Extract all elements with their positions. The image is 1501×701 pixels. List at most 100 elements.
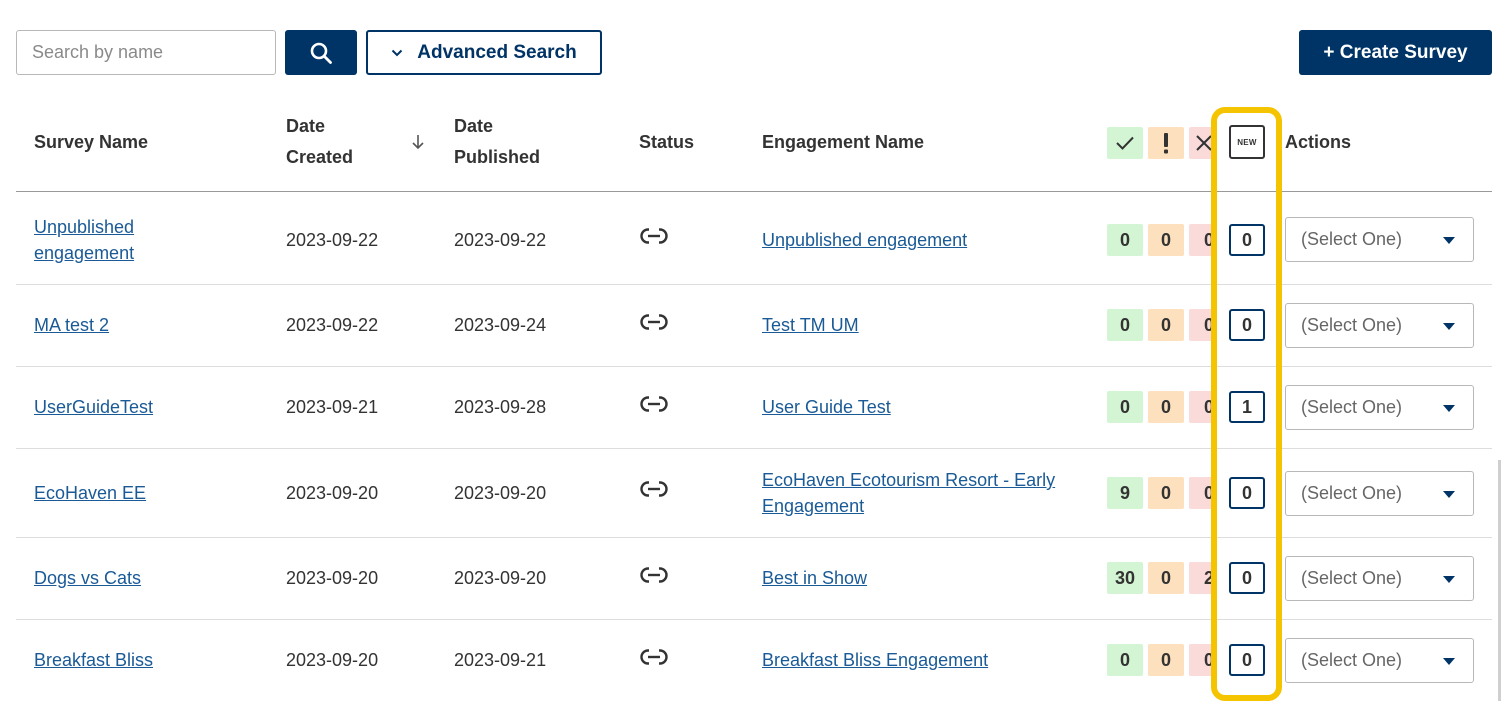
needs-review-count: 0 [1148, 477, 1184, 509]
caret-down-icon [1443, 405, 1455, 412]
actions-select[interactable]: (Select One) [1285, 303, 1474, 348]
create-survey-button[interactable]: + Create Survey [1299, 30, 1492, 75]
caret-down-icon [1443, 491, 1455, 498]
caret-down-icon [1443, 237, 1455, 244]
table-row: Unpublished engagement 2023-09-22 2023-0… [16, 192, 1492, 285]
engagement-name-link[interactable]: Best in Show [762, 565, 867, 591]
actions-select-value: (Select One) [1301, 397, 1403, 417]
approved-count: 9 [1107, 477, 1143, 509]
rejected-count: 2 [1189, 562, 1216, 594]
approved-count: 0 [1107, 391, 1143, 423]
date-published: 2023-09-20 [454, 483, 547, 503]
table-row: Breakfast Bliss 2023-09-20 2023-09-21 Br… [16, 620, 1492, 701]
actions-select-value: (Select One) [1301, 568, 1403, 588]
approved-count: 30 [1107, 562, 1143, 594]
approved-count: 0 [1107, 309, 1143, 341]
header-date-published-line2: Published [454, 147, 541, 167]
header-status[interactable]: Status [639, 127, 694, 158]
date-created: 2023-09-22 [286, 230, 379, 250]
engagement-name-link[interactable]: Breakfast Bliss Engagement [762, 647, 988, 673]
needs-review-count: 0 [1148, 562, 1184, 594]
actions-select[interactable]: (Select One) [1285, 217, 1474, 262]
date-published: 2023-09-20 [454, 568, 547, 588]
date-created: 2023-09-20 [286, 568, 379, 588]
caret-down-icon [1443, 576, 1455, 583]
table-row: Dogs vs Cats 2023-09-20 2023-09-20 Best … [16, 538, 1492, 620]
engagement-name-link[interactable]: EcoHaven Ecotourism Resort - Early Engag… [762, 467, 1082, 519]
needs-review-count: 0 [1148, 224, 1184, 256]
link-icon[interactable] [640, 481, 668, 497]
new-count: 1 [1229, 391, 1265, 423]
actions-select[interactable]: (Select One) [1285, 471, 1474, 516]
survey-name-link[interactable]: MA test 2 [34, 312, 109, 338]
date-published: 2023-09-28 [454, 397, 547, 417]
rejected-count: 0 [1189, 309, 1216, 341]
needs-review-count: 0 [1148, 391, 1184, 423]
header-date-published[interactable]: Date Published [454, 111, 540, 173]
engagement-name-link[interactable]: Unpublished engagement [762, 227, 967, 253]
approved-header-chip [1107, 127, 1143, 159]
survey-name-link[interactable]: Breakfast Bliss [34, 647, 153, 673]
new-count: 0 [1229, 477, 1265, 509]
needs-review-header-chip [1148, 127, 1184, 159]
actions-select[interactable]: (Select One) [1285, 638, 1474, 683]
table-row: EcoHaven EE 2023-09-20 2023-09-20 EcoHav… [16, 449, 1492, 538]
table-row: MA test 2 2023-09-22 2023-09-24 Test TM … [16, 285, 1492, 367]
date-created: 2023-09-22 [286, 315, 379, 335]
needs-review-count: 0 [1148, 644, 1184, 676]
new-count: 0 [1229, 309, 1265, 341]
date-published: 2023-09-24 [454, 315, 547, 335]
survey-name-link[interactable]: UserGuideTest [34, 394, 153, 420]
header-actions: Actions [1285, 132, 1352, 152]
header-date-published-line1: Date [454, 116, 494, 136]
actions-select-value: (Select One) [1301, 650, 1403, 670]
new-count: 0 [1229, 562, 1265, 594]
link-icon[interactable] [640, 649, 668, 665]
date-published: 2023-09-22 [454, 230, 547, 250]
engagement-name-link[interactable]: Test TM UM [762, 312, 859, 338]
header-engagement-name[interactable]: Engagement Name [762, 127, 924, 158]
arrow-down-icon[interactable] [411, 134, 425, 150]
toolbar: Advanced Search + Create Survey [16, 30, 1492, 75]
link-icon[interactable] [640, 567, 668, 583]
actions-select[interactable]: (Select One) [1285, 556, 1474, 601]
caret-down-icon [1443, 658, 1455, 665]
date-created: 2023-09-21 [286, 397, 379, 417]
rejected-header-chip [1189, 127, 1216, 159]
link-icon[interactable] [640, 228, 668, 244]
caret-down-icon [1443, 323, 1455, 330]
link-icon[interactable] [640, 314, 668, 330]
exclamation-icon [1164, 133, 1168, 154]
rejected-count: 0 [1189, 224, 1216, 256]
date-created: 2023-09-20 [286, 650, 379, 670]
needs-review-count: 0 [1148, 309, 1184, 341]
search-icon [310, 42, 332, 64]
survey-name-link[interactable]: EcoHaven EE [34, 480, 146, 506]
close-icon [1196, 135, 1212, 151]
advanced-search-label: Advanced Search [417, 41, 577, 63]
header-date-created[interactable]: Date Created [286, 111, 353, 173]
approved-count: 0 [1107, 224, 1143, 256]
table-header: Survey Name Date Created Date Published … [16, 110, 1492, 192]
search-input[interactable] [16, 30, 276, 75]
actions-select-value: (Select One) [1301, 315, 1403, 335]
chevron-down-icon [392, 49, 403, 56]
table-row: UserGuideTest 2023-09-21 2023-09-28 User… [16, 367, 1492, 449]
new-count: 0 [1229, 224, 1265, 256]
new-badge-header: NEW [1229, 125, 1265, 159]
survey-name-link[interactable]: Dogs vs Cats [34, 565, 141, 591]
header-date-created-line1: Date [286, 116, 326, 136]
rejected-count: 0 [1189, 477, 1216, 509]
rejected-count: 0 [1189, 644, 1216, 676]
header-survey-name[interactable]: Survey Name [34, 127, 148, 158]
link-icon[interactable] [640, 396, 668, 412]
date-created: 2023-09-20 [286, 483, 379, 503]
actions-select[interactable]: (Select One) [1285, 385, 1474, 430]
new-count: 0 [1229, 644, 1265, 676]
survey-name-link[interactable]: Unpublished engagement [34, 214, 184, 266]
search-button[interactable] [285, 30, 357, 75]
advanced-search-button[interactable]: Advanced Search [366, 30, 602, 75]
engagement-name-link[interactable]: User Guide Test [762, 394, 891, 420]
date-published: 2023-09-21 [454, 650, 547, 670]
rejected-count: 0 [1189, 391, 1216, 423]
